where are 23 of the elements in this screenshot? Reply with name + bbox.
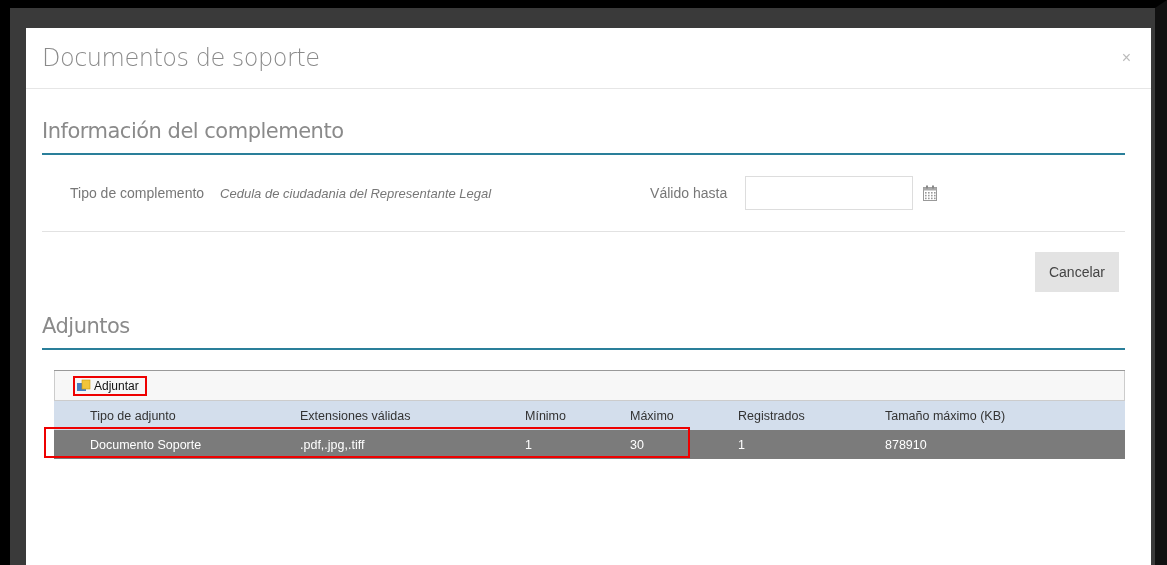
column-header: Extensiones válidas [300,408,412,423]
section-heading: Información del complemento [42,89,1125,155]
dialog-title: Documentos de soporte [42,44,320,72]
column-header: Tamaño máximo (KB) [885,408,1006,423]
table-cell: 878910 [885,437,927,452]
date-field[interactable] [745,176,914,210]
table-cell-text: 30 [630,437,645,452]
attach-button[interactable]: Adjuntar [73,375,147,396]
column-header: Mínimo [525,408,567,423]
cancel-button[interactable]: Cancelar [1034,252,1119,292]
table-cell-text: .pdf,.jpg,.tiff [300,437,366,452]
column-header: Registrados [738,408,806,423]
table-cell-text: 1 [525,437,533,452]
field-label: Tipo de complemento [70,185,205,201]
section-heading: Adjuntos [42,292,1125,350]
table-cell-text: Documento Soporte [90,437,203,452]
calendar-icon[interactable] [923,185,938,201]
column-header: Máximo [630,408,675,423]
column-header: Tipo de adjunto [90,408,177,423]
table-cell-text: 1 [738,437,746,452]
field-value: Cedula de ciudadania del Representante Legal [220,185,493,201]
field-label: Válido hasta [650,185,728,201]
attach-icon [77,379,91,392]
